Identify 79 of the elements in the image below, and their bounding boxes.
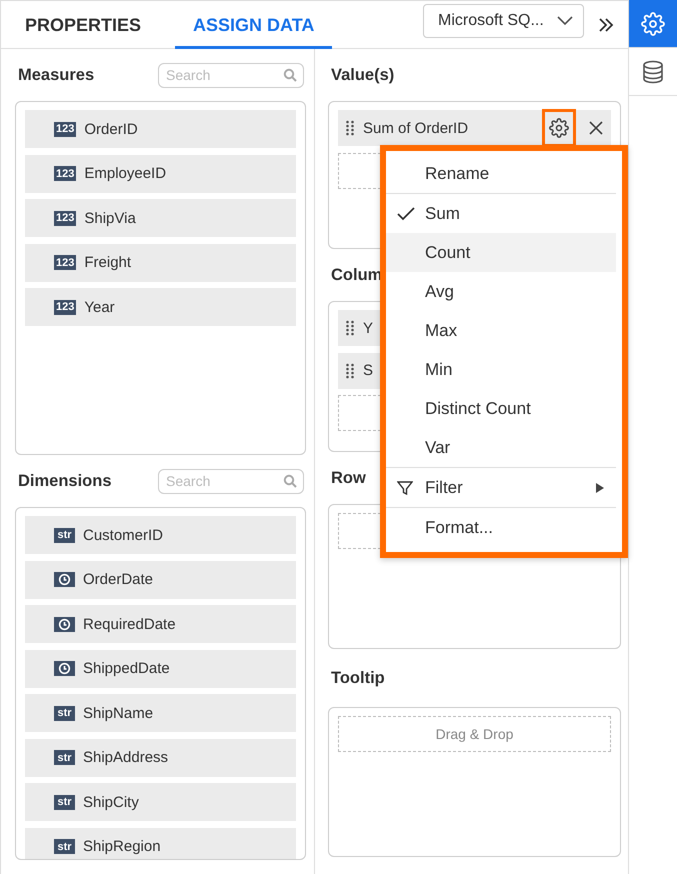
field-label: OrderDate [83,571,154,588]
string-type-icon: str [54,839,75,854]
field-item[interactable]: 123 ShipVia [25,199,296,237]
search-icon [283,68,297,82]
menu-item[interactable]: Var [386,428,616,467]
field-label: Freight [84,254,132,271]
field-label: OrderID [84,120,138,138]
field-label: CustomerID [83,526,164,544]
menu-item[interactable]: Count [386,233,616,272]
field-item[interactable]: str ShipCity [25,783,296,821]
section-title: Measures [18,66,94,84]
section-title: Row [331,468,366,488]
tab[interactable]: ASSIGN DATA [175,1,332,49]
menu-item[interactable]: Sum [386,194,616,233]
field-label: EmployeeID [84,165,166,182]
field-label: Year [84,298,115,316]
field-item[interactable]: 123 Freight [25,244,296,282]
clock-icon [54,616,75,632]
field-pill[interactable]: Sum of OrderID [338,110,611,146]
clock-icon [54,572,75,587]
settings-icon [641,12,665,36]
field-item[interactable]: str CustomerID [25,516,296,554]
section-title: Tooltip [331,668,385,688]
number-type-icon: 123 [54,255,76,270]
filter-icon [397,480,413,496]
field-item[interactable]: ShippedDate [25,650,296,688]
string-type-icon: str [54,528,75,542]
section-title: Colum [331,266,382,284]
menu-item[interactable]: Rename [386,154,616,193]
field-label: ShipAddress [83,749,168,766]
field-label: Sum of OrderID [363,120,468,136]
clock-icon [54,661,75,676]
settings-button[interactable] [542,109,576,147]
drop-zone[interactable]: Drag & Drop [338,716,611,752]
field-label: ShipVia [84,210,136,226]
section-title: Value(s) [331,66,394,84]
field-item[interactable]: 123 Year [25,288,296,326]
datasource-dropdown[interactable]: Microsoft SQ... [423,4,584,38]
field-label: Y [363,320,374,336]
number-type-icon: 123 [54,122,76,136]
string-type-icon: str [54,794,75,810]
string-type-icon: str [54,750,75,765]
chevron-down-icon [557,16,573,26]
field-item[interactable]: 123 EmployeeID [25,154,296,192]
field-label: ShipRegion [83,838,161,855]
field-item[interactable]: str ShipRegion [25,828,296,859]
number-type-icon: 123 [54,210,76,226]
menu-item[interactable]: Max [386,311,616,350]
search-icon [283,474,297,488]
submenu-arrow-icon [596,482,604,492]
menu-item[interactable]: Avg [386,272,616,311]
field-label: ShippedDate [83,660,170,677]
string-type-icon: str [54,706,75,720]
menu-item[interactable]: Distinct Count [386,389,616,428]
drop-hint: Drag & Drop [436,726,514,742]
field-label: ShipName [83,704,154,722]
number-type-icon: 123 [54,166,76,181]
menu-item[interactable]: Format... [386,508,616,547]
field-item[interactable]: 123 OrderID [25,110,296,148]
field-item[interactable]: RequiredDate [25,605,296,643]
menu-item[interactable]: Min [386,350,616,389]
collapse-icon[interactable] [598,18,614,32]
drag-handle-icon[interactable] [346,120,354,136]
menu-item[interactable]: Filter [386,468,616,507]
search-field[interactable]: Search [158,468,304,494]
tab[interactable]: PROPERTIES [7,1,160,49]
field-label: RequiredDate [83,616,176,632]
field-label: ShipCity [83,794,139,810]
field-item[interactable]: str ShipAddress [25,738,296,776]
number-type-icon: 123 [54,300,76,314]
database-icon [642,60,664,84]
drag-handle-icon[interactable] [346,362,354,378]
field-label: S [363,362,374,379]
field-item[interactable]: OrderDate [25,560,296,598]
section-title: Dimensions [18,472,112,490]
drag-handle-icon[interactable] [346,320,354,336]
field-item[interactable]: str ShipName [25,694,296,732]
settings-icon [549,118,569,138]
search-field[interactable]: Search [158,62,304,88]
